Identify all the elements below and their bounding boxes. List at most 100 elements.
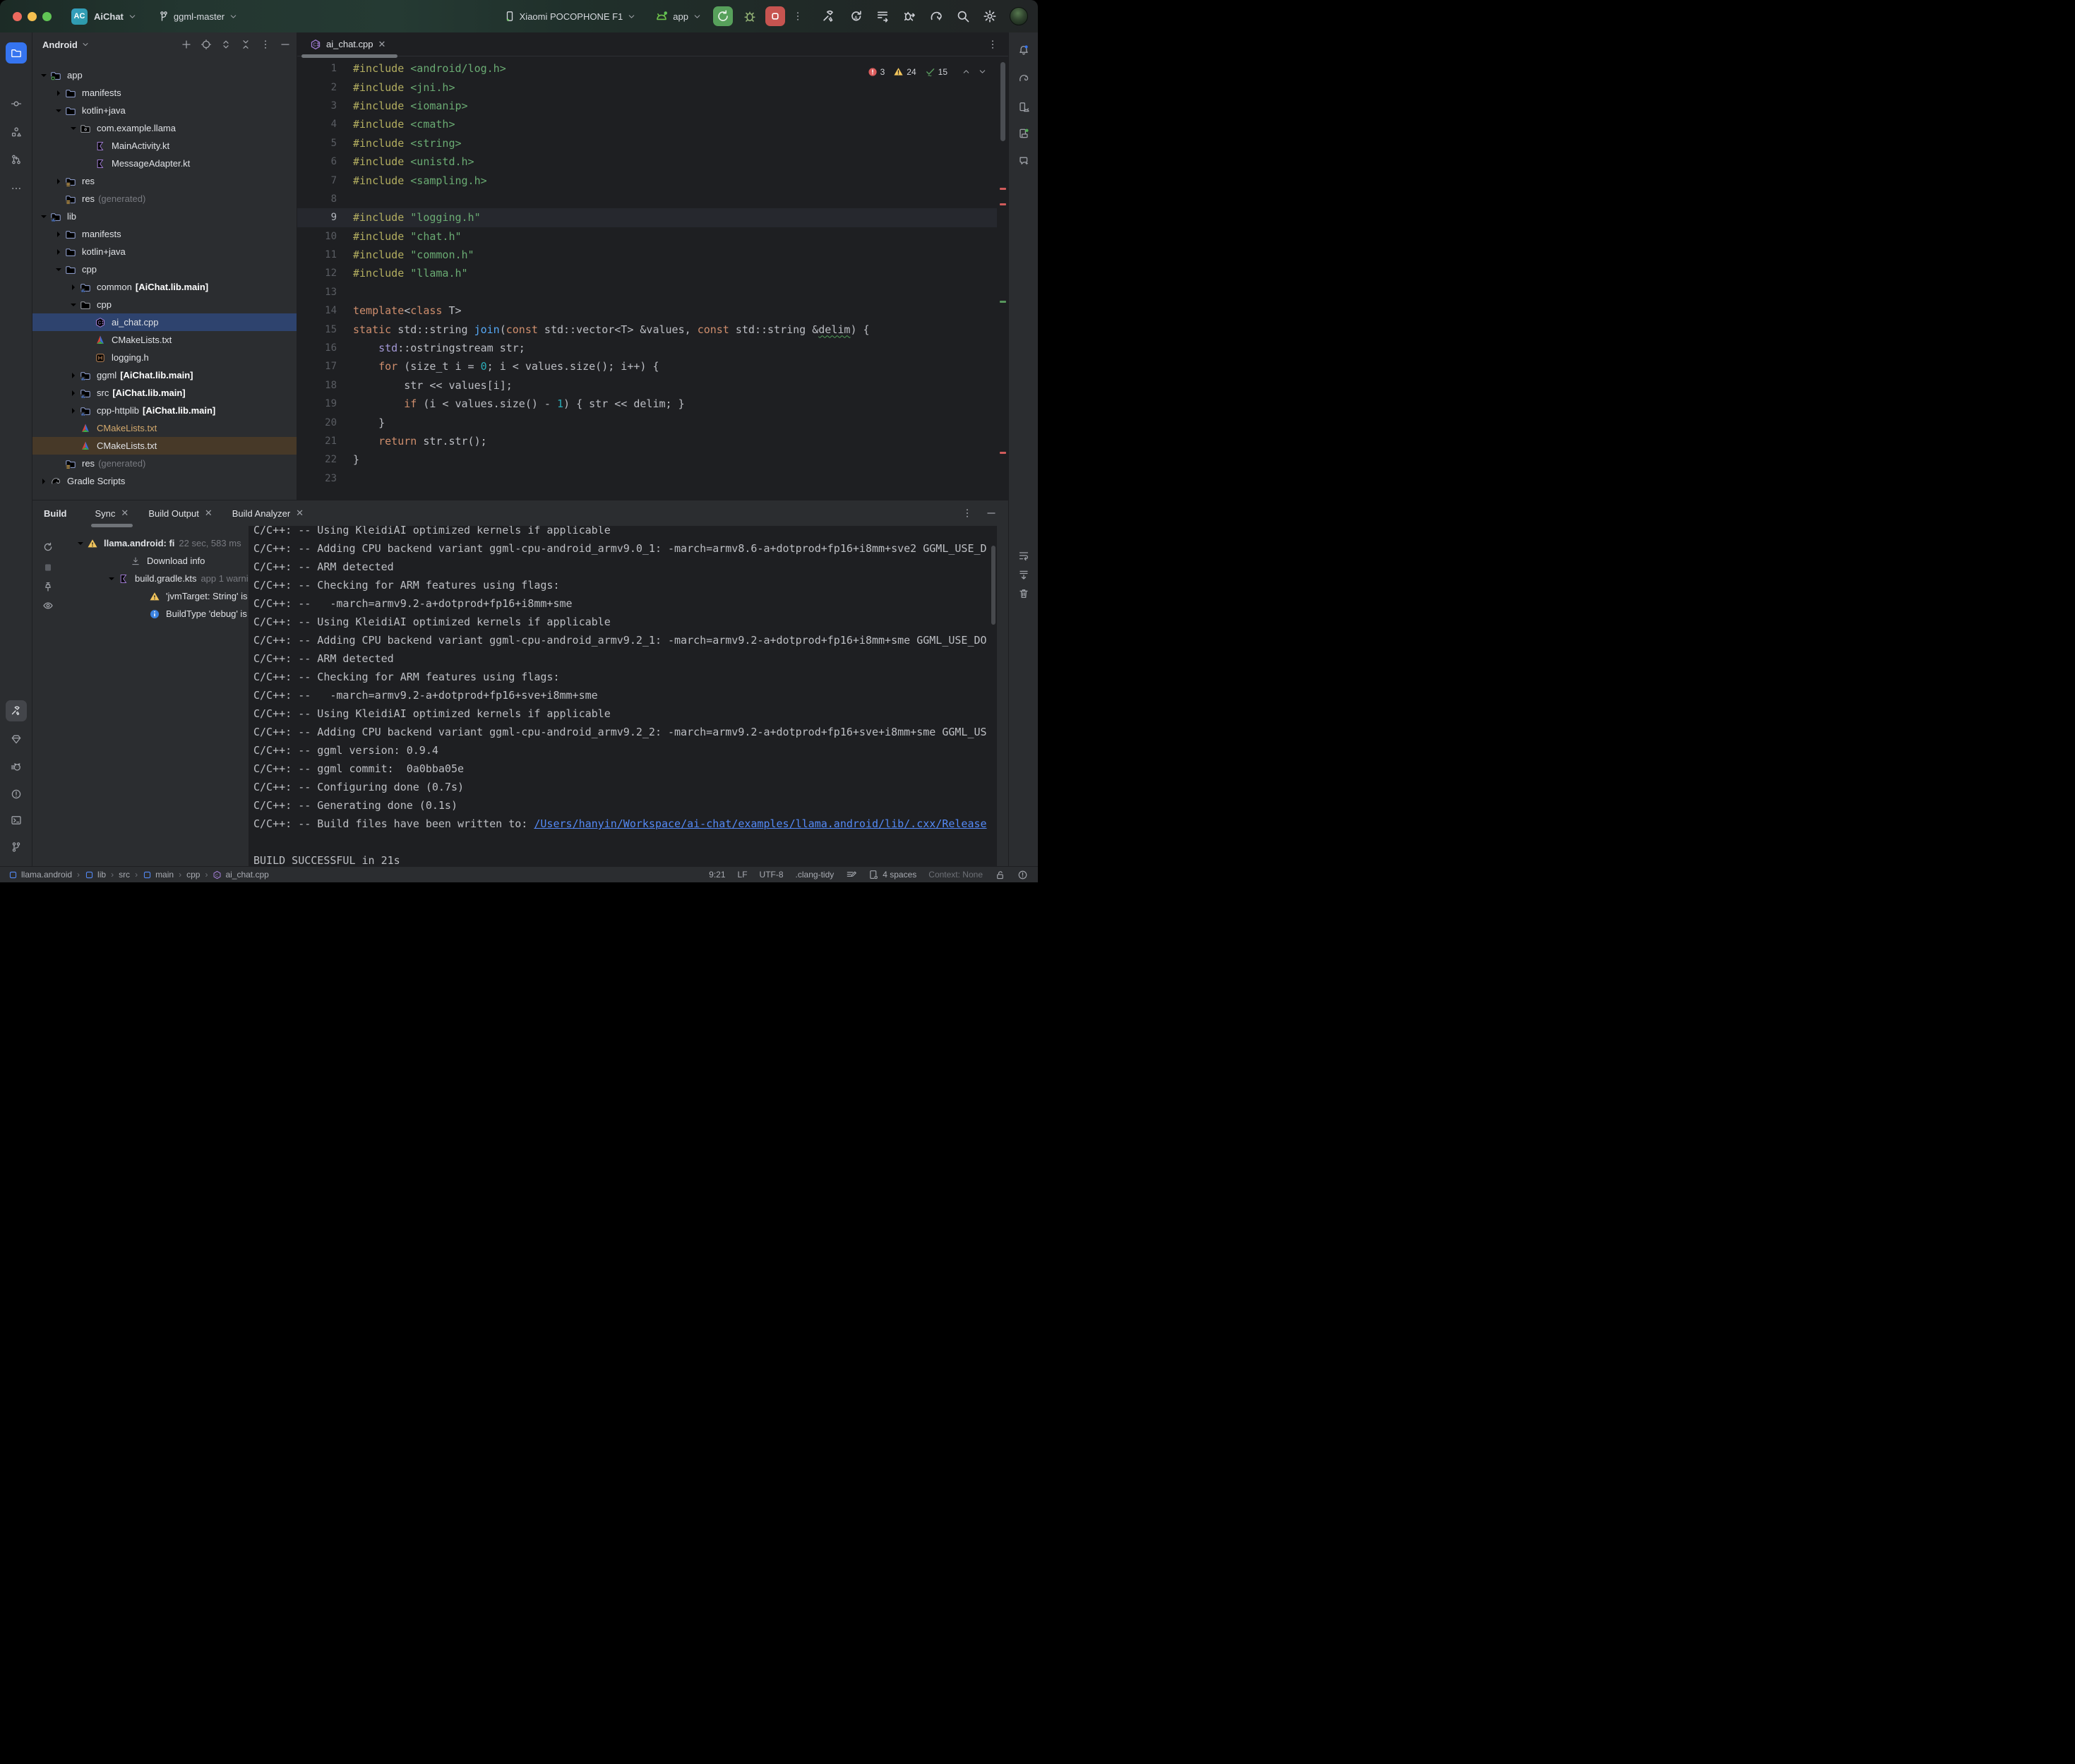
soft-wrap-button[interactable] [1013,545,1034,566]
tree-item-kotlin-java[interactable]: kotlin+java [32,243,297,260]
code-line-18[interactable]: 18 str << values[i]; [297,376,997,395]
build-tool-button[interactable] [6,700,27,721]
tree-item-cpp[interactable]: cpp [32,260,297,278]
build-tree-item[interactable]: 'jvmTarget: String' is deprec [61,587,249,605]
attach-debugger-button[interactable] [902,9,916,23]
context-widget[interactable]: Context: None [928,870,983,880]
code-line-23[interactable]: 23 [297,469,997,488]
stop-button[interactable] [765,6,785,26]
scrollbar-thumb[interactable] [1000,62,1005,141]
chev-right-icon[interactable] [53,88,65,99]
build-tree-item[interactable]: build.gradle.ktsapp 1 warning [61,570,249,587]
code-line-19[interactable]: 19 if (i < values.size() - 1) { str << d… [297,395,997,413]
project-view-selector[interactable]: Android [42,40,90,50]
console-scrollbar-thumb[interactable] [991,546,995,625]
tab-build-analyzer[interactable]: Build Analyzer ✕ [232,500,304,526]
clear-console-button[interactable] [1013,583,1034,604]
build-tree-item[interactable]: Download info [61,552,249,570]
tree-item-common[interactable]: common[AiChat.lib.main] [32,278,297,296]
add-icon[interactable] [181,39,192,50]
code-line-3[interactable]: 3#include <iomanip> [297,97,997,115]
close-window-button[interactable] [13,12,22,21]
chev-right-icon[interactable] [68,370,80,381]
chev-down-icon[interactable] [53,264,65,275]
editor-scrollbar[interactable] [997,59,1008,500]
close-tab-icon[interactable]: ✕ [296,508,304,519]
breadcrumb-item[interactable]: cpp [186,870,200,880]
prev-problem-icon[interactable] [962,67,971,76]
commit-tool-button[interactable] [6,93,27,114]
tree-item-kotlin-java[interactable]: kotlin+java [32,102,297,119]
tree-item-cmakelists-txt[interactable]: CMakeLists.txt [32,331,297,349]
chev-right-icon[interactable] [53,246,65,258]
chev-down-icon[interactable] [68,299,80,311]
code-area[interactable]: 1#include <android/log.h>2#include <jni.… [297,59,997,500]
tree-item-res[interactable]: res(generated) [32,190,297,208]
build-output-path-link[interactable]: /Users/hanyin/Workspace/ai-chat/examples… [534,817,986,830]
code-line-16[interactable]: 16 std::ostringstream str; [297,339,997,357]
tree-item-manifests[interactable]: manifests [32,84,297,102]
tree-item-res[interactable]: res [32,172,297,190]
code-line-2[interactable]: 2#include <jni.h> [297,78,997,96]
chev-right-icon[interactable] [53,176,65,187]
code-line-21[interactable]: 21 return str.str(); [297,432,997,450]
device-selector[interactable]: Xiaomi POCOPHONE F1 [504,11,637,22]
code-line-15[interactable]: 15static std::string join(const std::vec… [297,320,997,338]
chev-down-icon[interactable] [38,211,50,222]
panel-options-icon[interactable] [962,508,973,519]
breadcrumb-item[interactable]: Cai_chat.cpp [213,870,268,880]
tree-item-lib[interactable]: lib [32,208,297,225]
change-stripe-mark[interactable] [1000,301,1006,303]
tree-item-gradle-scripts[interactable]: Gradle Scripts [32,472,297,490]
code-line-17[interactable]: 17 for (size_t i = 0; i < values.size();… [297,357,997,376]
refresh-icon[interactable] [42,541,54,553]
code-line-13[interactable]: 13 [297,283,997,301]
editor[interactable]: C ai_chat.cpp ✕ 3 24 15 [297,32,1008,500]
hide-panel-icon[interactable] [986,508,997,519]
more-tools-button[interactable] [6,178,27,199]
tree-item-com-example-llama[interactable]: com.example.llama [32,119,297,137]
close-tab-icon[interactable]: ✕ [121,508,128,519]
panel-options-icon[interactable] [260,39,271,50]
rerun-button[interactable] [713,6,733,26]
run-configuration-selector[interactable]: app [654,9,702,23]
avatar[interactable] [1010,7,1028,25]
close-tab-icon[interactable]: ✕ [378,39,386,50]
code-line-6[interactable]: 6#include <unistd.h> [297,152,997,171]
code-line-11[interactable]: 11#include "common.h" [297,246,997,264]
device-manager-button[interactable] [1013,97,1034,118]
pull-requests-tool-button[interactable] [6,149,27,170]
tree-item-manifests[interactable]: manifests [32,225,297,243]
code-style-icon[interactable] [846,870,856,880]
version-control-tool-button[interactable] [6,836,27,858]
tab-build-output[interactable]: Build Output ✕ [148,500,212,526]
chev-down-icon[interactable] [68,123,80,134]
tree-item-cmakelists-txt[interactable]: CMakeLists.txt [32,419,297,437]
maximize-window-button[interactable] [42,12,52,21]
code-line-10[interactable]: 10#include "chat.h" [297,227,997,246]
code-line-8[interactable]: 8 [297,190,997,208]
problems-tool-button[interactable] [6,784,27,805]
chev-right-icon[interactable] [68,282,80,293]
gradle-tool-button[interactable] [1013,68,1034,89]
locate-file-icon[interactable] [201,39,212,50]
inspections-widget[interactable]: 3 24 15 [868,66,987,77]
running-devices-button[interactable] [1013,123,1034,144]
code-line-4[interactable]: 4#include <cmath> [297,115,997,133]
scroll-to-end-button[interactable] [1013,564,1034,585]
tree-item-mainactivity-kt[interactable]: MainActivity.kt [32,137,297,155]
terminal-tool-button[interactable] [6,810,27,831]
apply-changes-button[interactable] [875,9,890,23]
notifications-button[interactable] [1013,40,1034,61]
tree-item-src[interactable]: src[AiChat.lib.main] [32,384,297,402]
code-line-14[interactable]: 14template<class T> [297,301,997,320]
collapse-all-icon[interactable] [240,39,251,50]
project-tool-button[interactable] [6,42,27,64]
chev-right-icon[interactable] [38,476,50,487]
suspend-icon[interactable] [42,562,54,573]
expand-all-icon[interactable] [220,39,232,50]
tree-item-cmakelists-txt[interactable]: CMakeLists.txt [32,437,297,455]
chev-right-icon[interactable] [53,229,65,240]
breadcrumb-item[interactable]: src [119,870,130,880]
tree-item-ggml[interactable]: ggml[AiChat.lib.main] [32,366,297,384]
